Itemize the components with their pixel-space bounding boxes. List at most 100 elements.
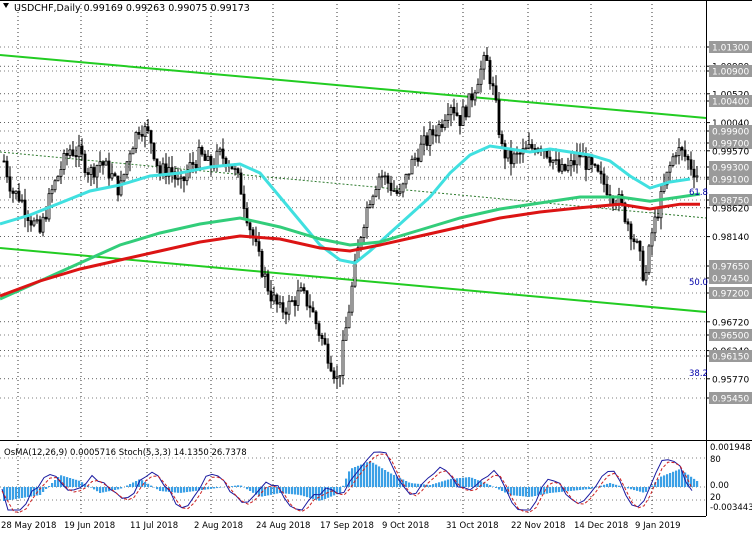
candle-body xyxy=(236,168,240,174)
candle-body xyxy=(677,147,681,156)
candle-body xyxy=(53,180,57,191)
osma-bar xyxy=(672,471,675,487)
osma-bar xyxy=(219,487,222,488)
price-chart[interactable]: 1.013001.009801.009001.005201.004001.000… xyxy=(0,0,752,534)
osma-bar xyxy=(231,486,234,487)
candle-body xyxy=(59,169,63,177)
candle-body xyxy=(554,159,558,162)
candle-body xyxy=(647,245,651,274)
candle-body xyxy=(398,191,402,194)
candle-body xyxy=(206,155,210,161)
candle-body xyxy=(593,163,597,166)
candle-body xyxy=(569,160,573,167)
osma-bar xyxy=(69,478,72,487)
candle-body xyxy=(524,147,528,150)
osma-bar xyxy=(381,468,384,487)
osma-bar xyxy=(486,483,489,487)
candle-body xyxy=(44,216,48,220)
osma-bar xyxy=(183,487,186,493)
osma-bar xyxy=(171,487,174,493)
candle-body xyxy=(83,153,87,173)
candle-body xyxy=(506,149,510,159)
osma-bar xyxy=(579,487,582,490)
candle-body xyxy=(122,173,126,182)
candle-body xyxy=(653,216,657,234)
candle-body xyxy=(452,106,456,114)
osma-bar xyxy=(129,484,132,487)
candle-body xyxy=(113,173,117,177)
osma-axis-label: 0.00 xyxy=(710,481,729,491)
candle-body xyxy=(275,294,279,305)
candle-body xyxy=(287,300,291,315)
candle-body xyxy=(362,227,366,238)
candle-body xyxy=(392,190,396,192)
osma-bar xyxy=(78,480,81,487)
candle-body xyxy=(386,175,390,184)
candle-body xyxy=(338,375,342,378)
osma-bar xyxy=(12,487,15,500)
candle-body xyxy=(197,146,201,169)
candle-body xyxy=(272,294,276,302)
candle-body xyxy=(596,165,600,172)
candle-body xyxy=(314,311,318,325)
osma-bar xyxy=(516,487,519,496)
candle-body xyxy=(125,161,129,175)
osma-bar xyxy=(636,487,639,491)
candle-body xyxy=(560,164,564,172)
osma-bar xyxy=(678,469,681,487)
osma-bar xyxy=(576,487,579,491)
osma-bar xyxy=(213,487,216,489)
candle-body xyxy=(656,216,660,219)
osma-bar xyxy=(498,487,501,490)
candle-body xyxy=(383,175,387,178)
osma-bar xyxy=(51,483,54,487)
candle-body xyxy=(215,150,219,168)
osma-bar xyxy=(42,487,45,492)
candle-body xyxy=(353,260,357,287)
osma-bar xyxy=(342,485,345,487)
osma-bar xyxy=(147,483,150,487)
osma-bar xyxy=(216,487,219,489)
candle-body xyxy=(455,112,459,116)
candle-body xyxy=(482,55,486,70)
candle-body xyxy=(464,106,468,118)
osma-bar xyxy=(675,470,678,487)
candle-body xyxy=(74,155,78,158)
candle-body xyxy=(260,250,264,277)
price-label: 0.95770 xyxy=(712,375,749,385)
candle-body xyxy=(551,159,555,163)
osma-bar xyxy=(27,487,30,497)
osma-bar xyxy=(489,485,492,487)
candle-body xyxy=(668,165,672,173)
osma-bar xyxy=(159,487,162,491)
candle-body xyxy=(65,153,69,156)
candle-body xyxy=(401,183,405,193)
osma-bar xyxy=(180,487,183,493)
date-label: 17 Sep 2018 xyxy=(320,521,374,531)
candle-body xyxy=(365,207,369,228)
candle-body xyxy=(635,240,639,243)
candle-body xyxy=(11,190,15,194)
osma-bar xyxy=(669,473,672,487)
osma-bar xyxy=(18,487,21,499)
osma-bar xyxy=(408,482,411,487)
candle-body xyxy=(200,146,204,155)
candle-body xyxy=(335,376,339,379)
candle-body xyxy=(308,305,312,309)
osma-bar xyxy=(531,487,534,497)
osma-bar xyxy=(570,487,573,491)
candle-body xyxy=(32,220,36,226)
candle-body xyxy=(572,160,576,166)
osma-bar xyxy=(462,477,465,487)
candle-body xyxy=(449,106,453,116)
candle-body xyxy=(176,178,180,181)
candle-body xyxy=(476,83,480,94)
candle-body xyxy=(467,93,471,118)
osma-bar xyxy=(21,487,24,498)
osma-bar xyxy=(447,479,450,487)
osma-bar xyxy=(501,487,504,491)
candle-body xyxy=(194,164,198,169)
candle-body xyxy=(317,323,321,336)
candle-body xyxy=(662,184,666,192)
candle-body xyxy=(371,195,375,205)
